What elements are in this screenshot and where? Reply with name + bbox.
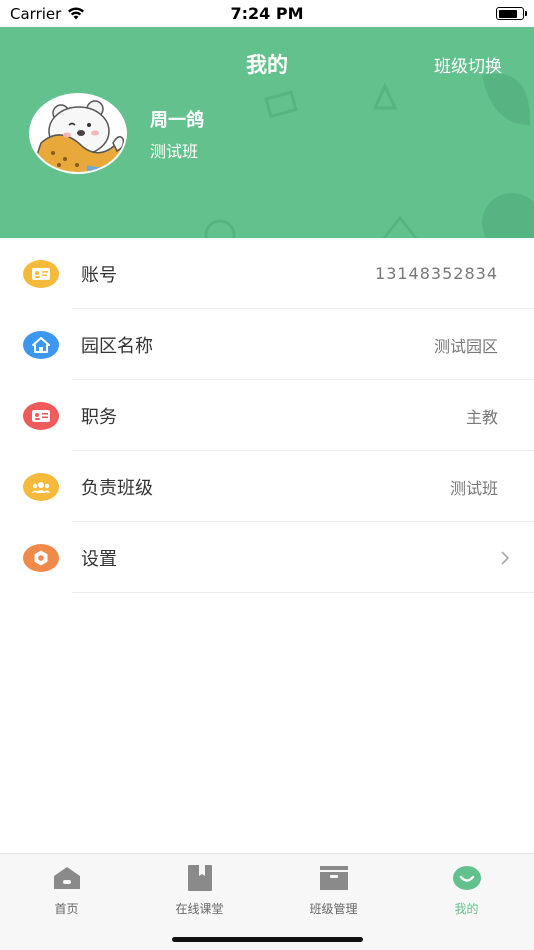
user-name: 周一鸽 bbox=[150, 110, 204, 131]
status-bar: Carrier 7:24 PM bbox=[0, 0, 534, 27]
book-icon bbox=[187, 865, 212, 891]
status-right bbox=[344, 7, 527, 20]
class-row[interactable]: 负责班级 测试班 bbox=[0, 451, 534, 522]
avatar[interactable] bbox=[29, 93, 127, 174]
account-row[interactable]: 账号 13148352834 bbox=[0, 238, 534, 309]
tab-home-label: 首页 bbox=[54, 902, 79, 916]
tab-mine-label: 我的 bbox=[454, 902, 479, 916]
home-icon bbox=[23, 330, 59, 359]
account-label: 账号 bbox=[81, 264, 117, 286]
status-left: Carrier bbox=[10, 5, 190, 23]
contact-card-icon bbox=[23, 259, 59, 288]
user-class: 测试班 bbox=[150, 142, 199, 161]
decor-shape-icon bbox=[264, 90, 298, 119]
box-icon bbox=[319, 866, 348, 890]
profile-info-list: 账号 13148352834 园区名称 测试园区 职务 主教 负责班级 测试班 … bbox=[0, 238, 534, 593]
switch-class-button[interactable]: 班级切换 bbox=[434, 52, 502, 77]
battery-icon bbox=[496, 7, 527, 20]
park-row[interactable]: 园区名称 测试园区 bbox=[0, 309, 534, 380]
home-tab-icon bbox=[53, 867, 80, 889]
settings-row[interactable]: 设置 bbox=[0, 522, 534, 593]
tab-online-class[interactable]: 在线课堂 bbox=[133, 864, 266, 917]
position-label: 职务 bbox=[81, 406, 117, 428]
id-card-icon bbox=[23, 401, 59, 430]
wifi-icon bbox=[68, 7, 85, 20]
tab-class-management-label: 班级管理 bbox=[309, 902, 358, 916]
class-value: 测试班 bbox=[449, 478, 498, 498]
tab-bar: 首页 在线课堂 班级管理 我的 bbox=[0, 853, 534, 950]
park-value: 测试园区 bbox=[433, 336, 498, 356]
divider bbox=[72, 592, 534, 593]
decor-shape-icon bbox=[204, 219, 236, 238]
profile-header: 我的 班级切换 周一鸽 测试班 bbox=[0, 27, 534, 238]
tab-class-management[interactable]: 班级管理 bbox=[267, 864, 400, 917]
tab-home[interactable]: 首页 bbox=[0, 864, 133, 917]
tab-online-class-label: 在线课堂 bbox=[175, 902, 224, 916]
park-label: 园区名称 bbox=[81, 335, 153, 357]
account-value: 13148352834 bbox=[375, 264, 498, 283]
gear-icon bbox=[23, 543, 59, 572]
bear-avatar-icon bbox=[36, 100, 125, 172]
carrier-label: Carrier bbox=[10, 4, 62, 23]
decor-leaf-icon bbox=[482, 193, 534, 238]
class-label: 负责班级 bbox=[81, 477, 153, 499]
decor-shape-icon bbox=[382, 215, 418, 238]
chevron-right-icon bbox=[501, 550, 510, 565]
tab-mine[interactable]: 我的 bbox=[400, 864, 533, 917]
position-row[interactable]: 职务 主教 bbox=[0, 380, 534, 451]
status-time: 7:24 PM bbox=[230, 4, 304, 23]
home-indicator bbox=[172, 937, 363, 942]
position-value: 主教 bbox=[465, 407, 498, 427]
decor-shape-icon bbox=[372, 83, 398, 110]
settings-label: 设置 bbox=[81, 548, 117, 570]
group-icon bbox=[23, 472, 59, 501]
smile-icon bbox=[452, 866, 481, 890]
